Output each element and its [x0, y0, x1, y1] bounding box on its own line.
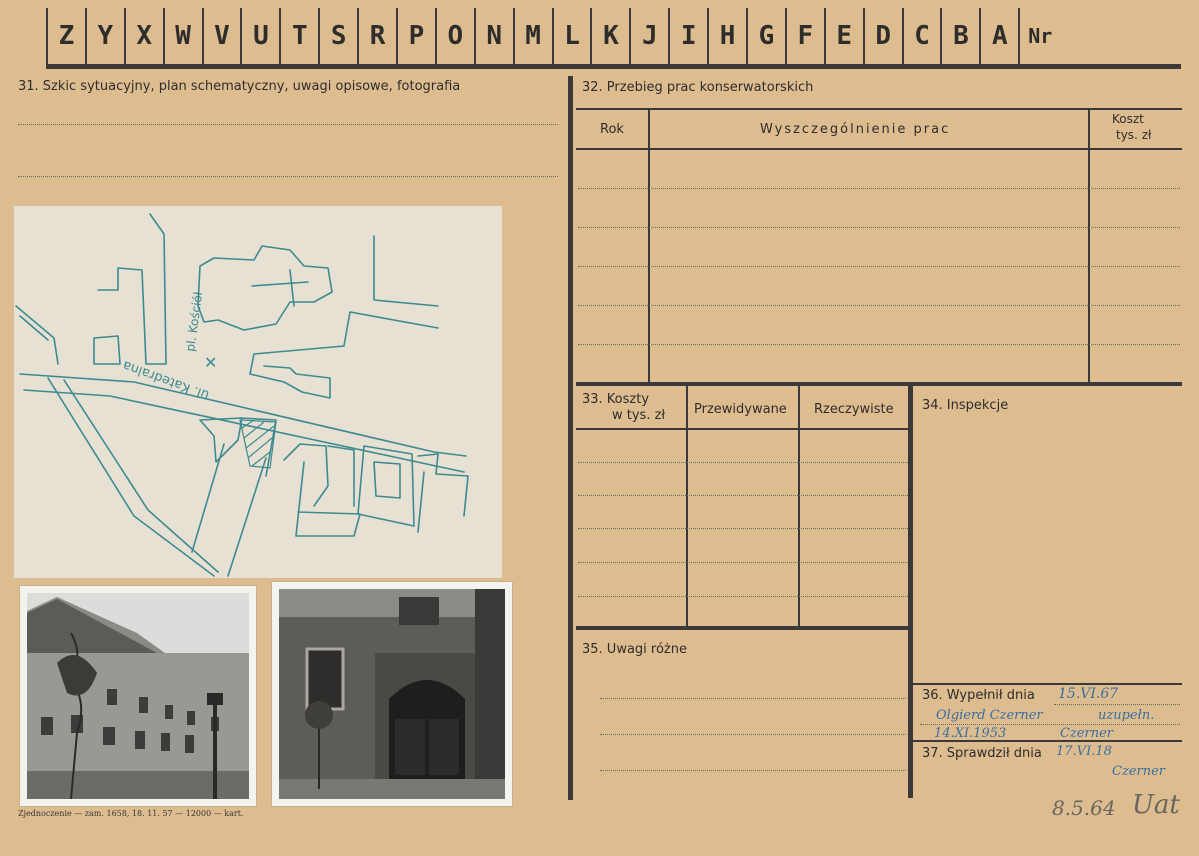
letter-cell: I	[668, 8, 707, 64]
dotted-line	[600, 770, 906, 771]
col-header-planned: Przewidywane	[694, 402, 787, 417]
table-32-header-rule	[576, 148, 1182, 150]
section-33-title: 33. Koszty	[582, 392, 650, 407]
section-36-filler-name: Olgierd Czerner	[936, 708, 1043, 723]
dotted-line	[578, 305, 1180, 306]
section-36-title: 36. Wypełnił dnia	[922, 688, 1035, 703]
section-36-second-name: Czerner	[1060, 726, 1113, 741]
col-header-description: Wyszczególnienie prac	[760, 122, 951, 137]
header-bottom-rule	[46, 64, 1181, 69]
table-32-top-rule	[576, 108, 1182, 110]
right-vertical-rule	[908, 386, 913, 798]
dotted-line	[578, 495, 908, 496]
letter-cell: M	[512, 8, 552, 64]
table-33-bottom-rule	[576, 626, 910, 630]
letter-cell: H	[707, 8, 746, 64]
col-header-cost-unit: tys. zł	[1116, 128, 1152, 142]
dotted-line	[578, 462, 908, 463]
dotted-line	[578, 596, 908, 597]
dotted-line	[578, 266, 1180, 267]
dotted-line	[1054, 704, 1180, 705]
col-header-rok: Rok	[600, 122, 624, 137]
col-header-actual: Rzeczywiste	[814, 402, 894, 417]
letter-cell: A	[979, 8, 1018, 64]
section-33-unit: w tys. zł	[612, 408, 666, 423]
section-35-title: 35. Uwagi różne	[582, 642, 687, 657]
section-37-signature: Czerner	[1112, 764, 1165, 779]
dotted-line	[920, 724, 1180, 725]
table-32-col-rule	[648, 110, 650, 382]
letter-cell: L	[551, 8, 591, 64]
dotted-line	[578, 528, 908, 529]
letter-cell: D	[862, 8, 902, 64]
dotted-line	[578, 344, 1180, 345]
section-32-title: 32. Przebieg prac konserwatorskich	[582, 80, 814, 95]
letter-cell: E	[823, 8, 863, 64]
section-31-title: 31. Szkic sytuacyjny, plan schematyczny,…	[18, 79, 461, 94]
letter-cell: S	[318, 8, 357, 64]
section-37-date: 17.VI.18	[1056, 744, 1112, 759]
section-34-title: 34. Inspekcje	[922, 398, 1009, 413]
dotted-line	[578, 188, 1180, 189]
print-footer: Zjednoczenie — zam. 1658, 18. 11. 57 — 1…	[18, 809, 244, 818]
sketch-label-church: pl. Kościół	[183, 290, 205, 352]
situation-sketch-drawing: pl. Kościół ul. Katedralna ✕	[15, 213, 469, 577]
table-33-col-rule	[798, 386, 800, 628]
table-32-bottom-rule	[576, 382, 1182, 386]
situation-sketch: pl. Kościół ul. Katedralna ✕	[14, 206, 502, 578]
location-mark-icon: ✕	[204, 353, 217, 372]
table-33-header-rule	[576, 428, 910, 430]
dotted-line	[600, 734, 906, 735]
letter-cell: K	[590, 8, 629, 64]
letter-cell: F	[784, 8, 824, 64]
nr-label: Nr	[1018, 8, 1068, 64]
letter-cell: J	[629, 8, 668, 64]
letter-index-row: Z Y X W V U T S R P O N M L K J I H G F E D C B A Nr	[46, 8, 1068, 64]
section-37-title: 37. Sprawdził dnia	[922, 746, 1042, 761]
dotted-line	[600, 698, 906, 699]
section-36-second-date: 14.XI.1953	[934, 726, 1007, 741]
letter-cell: U	[240, 8, 279, 64]
photo-doorway	[272, 582, 512, 806]
letter-cell: X	[123, 8, 163, 64]
letter-cell: P	[396, 8, 435, 64]
inventory-card: Z Y X W V U T S R P O N M L K J I H G F E D C B A Nr 31. Szkic sy…	[0, 0, 1199, 856]
photo-building	[20, 586, 256, 806]
dotted-line	[18, 176, 558, 177]
letter-cell: C	[901, 8, 941, 64]
table-32-col-rule	[1088, 110, 1090, 382]
letter-cell: W	[162, 8, 202, 64]
pencil-initials: Uat	[1132, 790, 1180, 820]
dotted-line	[578, 227, 1180, 228]
section-36-note: uzupełn.	[1098, 708, 1155, 723]
letter-cell: R	[357, 8, 396, 64]
col-header-cost: Koszt	[1112, 112, 1144, 126]
letter-cell: Y	[84, 8, 124, 64]
pencil-date: 8.5.64	[1052, 796, 1116, 820]
letter-cell: O	[434, 8, 474, 64]
main-vertical-rule	[568, 76, 573, 800]
letter-cell: V	[201, 8, 241, 64]
section-37-top-rule	[912, 740, 1182, 742]
letter-cell: T	[279, 8, 318, 64]
section-36-date: 15.VI.67	[1058, 686, 1119, 702]
letter-cell: N	[473, 8, 513, 64]
section-36-top-rule	[912, 683, 1182, 685]
dotted-line	[18, 124, 558, 125]
letter-cell: Z	[46, 8, 85, 64]
letter-cell: B	[940, 8, 979, 64]
dotted-line	[578, 562, 908, 563]
letter-cell: G	[746, 8, 785, 64]
table-33-col-rule	[686, 386, 688, 628]
